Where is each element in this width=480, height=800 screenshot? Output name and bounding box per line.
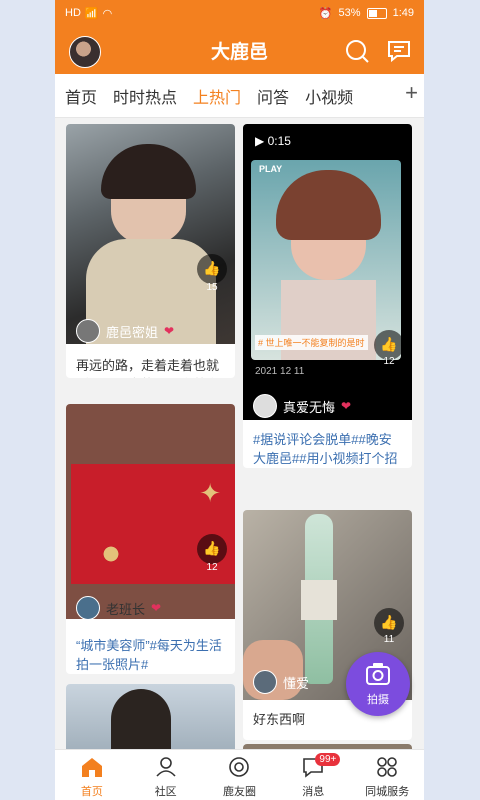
grid-icon [377, 757, 397, 777]
play-icon: ▶ [255, 134, 265, 148]
home-icon [81, 758, 102, 777]
clock: 1:49 [392, 7, 414, 19]
nav-label: 同城服务 [365, 786, 410, 798]
camera-label: 拍摄 [367, 694, 389, 706]
post-text: “城市美容师”#每天为生活拍一张照片# [76, 638, 222, 672]
post-text: 再远的路，走着走着也就近了；再高的山，爬着爬着也... [76, 358, 220, 378]
author-name: 老班长 [106, 601, 146, 617]
post-photo: ✦ [66, 404, 235, 619]
author-avatar [253, 670, 277, 694]
alarm-icon: ⏰ [318, 7, 333, 20]
tab-short-video[interactable]: 小视频 [305, 84, 353, 108]
nav-home[interactable]: 首页 [55, 750, 129, 800]
tab-home[interactable]: 首页 [65, 84, 97, 108]
unread-badge: 99+ [315, 753, 341, 766]
heart-icon: ❤ [341, 399, 352, 413]
bottom-nav: 首页 社区 鹿友圈 99+ 消息 同城服务 [55, 749, 424, 800]
avatar[interactable] [69, 36, 101, 68]
post-card[interactable]: ✦ 👍 12 老班长 ❤ “城市美容师”#每天为生活拍一张照片# [66, 404, 235, 674]
post-author[interactable]: 老班长 ❤ [76, 596, 161, 620]
nav-circle[interactable]: 鹿友圈 [203, 750, 277, 800]
post-author[interactable]: 真爱无悔 ❤ [253, 394, 351, 418]
chat-icon[interactable] [386, 38, 412, 64]
app-header: 大鹿邑 [55, 26, 424, 74]
camera-button[interactable]: 拍摄 [346, 652, 410, 716]
tab-hot[interactable]: 时时热点 [113, 84, 177, 108]
signal-icon: 📶 [84, 7, 99, 20]
like-icon[interactable]: 👍 [197, 534, 227, 564]
tab-qa[interactable]: 问答 [257, 84, 289, 108]
play-banner: PLAY [259, 164, 283, 174]
nav-label: 消息 [302, 786, 325, 798]
camera-icon [366, 663, 390, 685]
nav-community[interactable]: 社区 [129, 750, 203, 800]
like-count: 11 [383, 634, 395, 645]
post-photo [66, 124, 235, 344]
category-tabs: 首页 时时热点 上热门 问答 小视频 [55, 74, 424, 118]
community-icon [156, 757, 176, 777]
nav-messages[interactable]: 99+ 消息 [276, 750, 350, 800]
video-duration: 0:15 [267, 134, 291, 148]
author-name: 懂爱 [283, 675, 310, 691]
circle-icon [229, 757, 250, 777]
search-icon[interactable] [344, 38, 370, 64]
status-bar: HD 📶 ◠ ⏰ 53% 1:49 [55, 0, 424, 26]
video-card[interactable]: ▶ 0:15 PLAY # 世上唯一不能复制的是时 2021 12 11 👍 1… [243, 124, 412, 468]
nav-city-services[interactable]: 同城服务 [350, 750, 424, 800]
author-avatar [76, 319, 100, 343]
add-tab-icon[interactable]: + [405, 80, 418, 106]
post-author[interactable]: 鹿邑密姐 ❤ [76, 319, 174, 343]
heart-icon: ❤ [164, 324, 175, 338]
tab-trending[interactable]: 上热门 [193, 84, 241, 108]
carrier-label: HD [65, 7, 81, 19]
wifi-icon: ◠ [102, 7, 113, 20]
post-author[interactable]: 懂爱 [253, 670, 309, 694]
nav-label: 首页 [80, 786, 103, 798]
app-title: 大鹿邑 [210, 41, 268, 63]
like-count: 12 [383, 356, 395, 367]
phone-screen: HD 📶 ◠ ⏰ 53% 1:49 大鹿邑 首页 时时热点 上热门 问答 小视频… [55, 0, 424, 800]
author-name: 鹿邑密姐 [106, 324, 159, 340]
heart-icon: ❤ [151, 601, 162, 615]
nav-label: 鹿友圈 [222, 786, 256, 798]
post-text: #据说评论会脱单##晚安大鹿邑##用小视频打个招呼# [253, 432, 398, 466]
right-margin [424, 0, 480, 800]
video-caption-overlay: # 世上唯一不能复制的是时 [255, 335, 368, 350]
video-thumbnail: ▶ 0:15 PLAY # 世上唯一不能复制的是时 2021 12 11 [243, 124, 412, 420]
like-count: 12 [206, 562, 218, 573]
like-icon[interactable]: 👍 [197, 254, 227, 284]
author-name: 真爱无悔 [283, 399, 336, 415]
nav-label: 社区 [154, 786, 177, 798]
post-card[interactable]: 👍 15 鹿邑密姐 ❤ 再远的路，走着走着也就近了；再高的山，爬着爬着也... [66, 124, 235, 378]
battery-icon [366, 7, 387, 19]
author-avatar [76, 596, 100, 620]
battery-percent: 53% [338, 7, 361, 19]
author-avatar [253, 394, 277, 418]
left-margin [0, 0, 55, 800]
video-date: 2021 12 11 [255, 366, 305, 377]
like-count: 15 [206, 282, 218, 293]
